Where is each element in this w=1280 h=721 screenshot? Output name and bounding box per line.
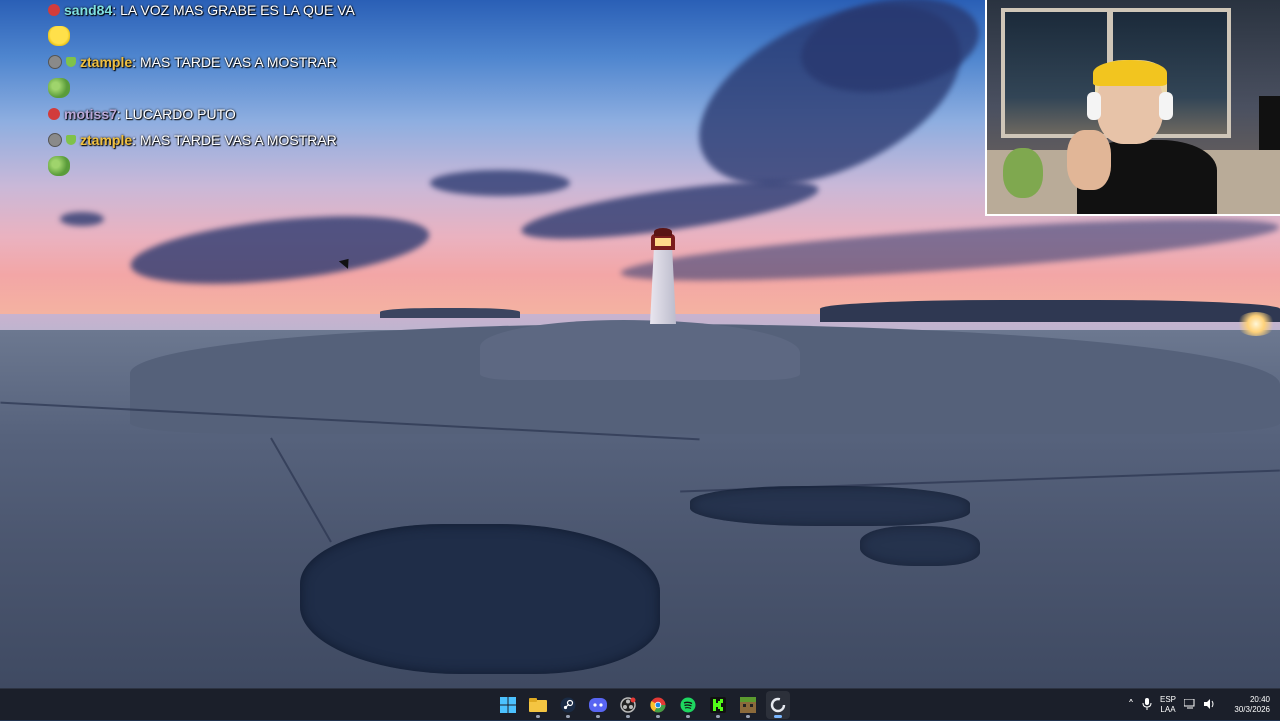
system-tray: ˄ ESP LAA 20:40 30/3/2026 bbox=[1128, 689, 1280, 721]
tide-pool bbox=[860, 526, 980, 566]
network-icon[interactable] bbox=[1183, 698, 1196, 712]
chat-text: LUCARDO PUTO bbox=[124, 106, 236, 122]
microphone-icon[interactable] bbox=[1142, 697, 1152, 713]
clock-time: 20:40 bbox=[1249, 695, 1270, 704]
chat-username: ztample bbox=[80, 132, 133, 148]
tide-pool bbox=[690, 486, 970, 526]
minecraft-icon[interactable] bbox=[736, 691, 760, 719]
chat-message: motiss7: LUCARDO PUTO bbox=[48, 104, 478, 124]
language-indicator[interactable]: ESP LAA bbox=[1160, 695, 1176, 715]
shore-light bbox=[1236, 312, 1276, 336]
badge-icon bbox=[48, 4, 60, 16]
chat-overlay: sand84: LA VOZ MAS GRABE ES LA QUE VA zt… bbox=[48, 0, 478, 182]
headphones-icon bbox=[1087, 92, 1101, 120]
discord-icon[interactable] bbox=[586, 691, 610, 719]
app-c-icon[interactable] bbox=[766, 691, 790, 719]
keyboard-layout: LAA bbox=[1160, 705, 1176, 714]
kick-icon[interactable] bbox=[706, 691, 730, 719]
cloud bbox=[60, 212, 104, 226]
chevron-up-icon[interactable]: ˄ bbox=[1128, 698, 1134, 712]
tide-pool bbox=[300, 524, 660, 674]
badge-icon bbox=[48, 108, 60, 120]
emote-icon bbox=[48, 156, 70, 176]
webcam-overlay bbox=[985, 0, 1280, 216]
chat-message: ztample: MAS TARDE VAS A MOSTRAR bbox=[48, 130, 478, 150]
steam-icon[interactable] bbox=[556, 691, 580, 719]
spotify-icon[interactable] bbox=[676, 691, 700, 719]
badge-icon bbox=[48, 133, 62, 147]
streamer-cap bbox=[1093, 60, 1167, 86]
chat-message: ztample: MAS TARDE VAS A MOSTRAR bbox=[48, 52, 478, 72]
file-explorer-icon[interactable] bbox=[526, 691, 550, 719]
subscriber-badge-icon bbox=[66, 135, 76, 145]
chat-message: sand84: LA VOZ MAS GRABE ES LA QUE VA bbox=[48, 0, 478, 20]
streamer-hand bbox=[1067, 130, 1111, 190]
clock[interactable]: 20:40 30/3/2026 bbox=[1224, 695, 1270, 715]
clock-date: 30/3/2026 bbox=[1234, 705, 1270, 714]
windows-start-icon[interactable] bbox=[496, 691, 520, 719]
chat-text: MAS TARDE VAS A MOSTRAR bbox=[140, 54, 337, 70]
obs-icon[interactable] bbox=[616, 691, 640, 719]
plush-toy bbox=[1003, 148, 1043, 198]
language-code: ESP bbox=[1159, 695, 1176, 704]
chat-username: sand84 bbox=[64, 2, 113, 18]
emote-icon bbox=[48, 26, 70, 46]
taskbar: ˄ ESP LAA 20:40 30/3/2026 bbox=[0, 688, 1280, 720]
emote-icon bbox=[48, 78, 70, 98]
badge-icon bbox=[48, 55, 62, 69]
chat-text: MAS TARDE VAS A MOSTRAR bbox=[140, 132, 337, 148]
chat-username: motiss7 bbox=[64, 106, 117, 122]
chat-text: LA VOZ MAS GRABE ES LA QUE VA bbox=[120, 2, 355, 18]
chat-username: ztample bbox=[80, 54, 133, 70]
far-shore bbox=[820, 300, 1280, 322]
taskbar-apps bbox=[496, 691, 790, 719]
far-island bbox=[380, 308, 520, 318]
volume-icon[interactable] bbox=[1204, 698, 1216, 712]
subscriber-badge-icon bbox=[66, 57, 76, 67]
lighthouse bbox=[646, 228, 680, 324]
chrome-icon[interactable] bbox=[646, 691, 670, 719]
